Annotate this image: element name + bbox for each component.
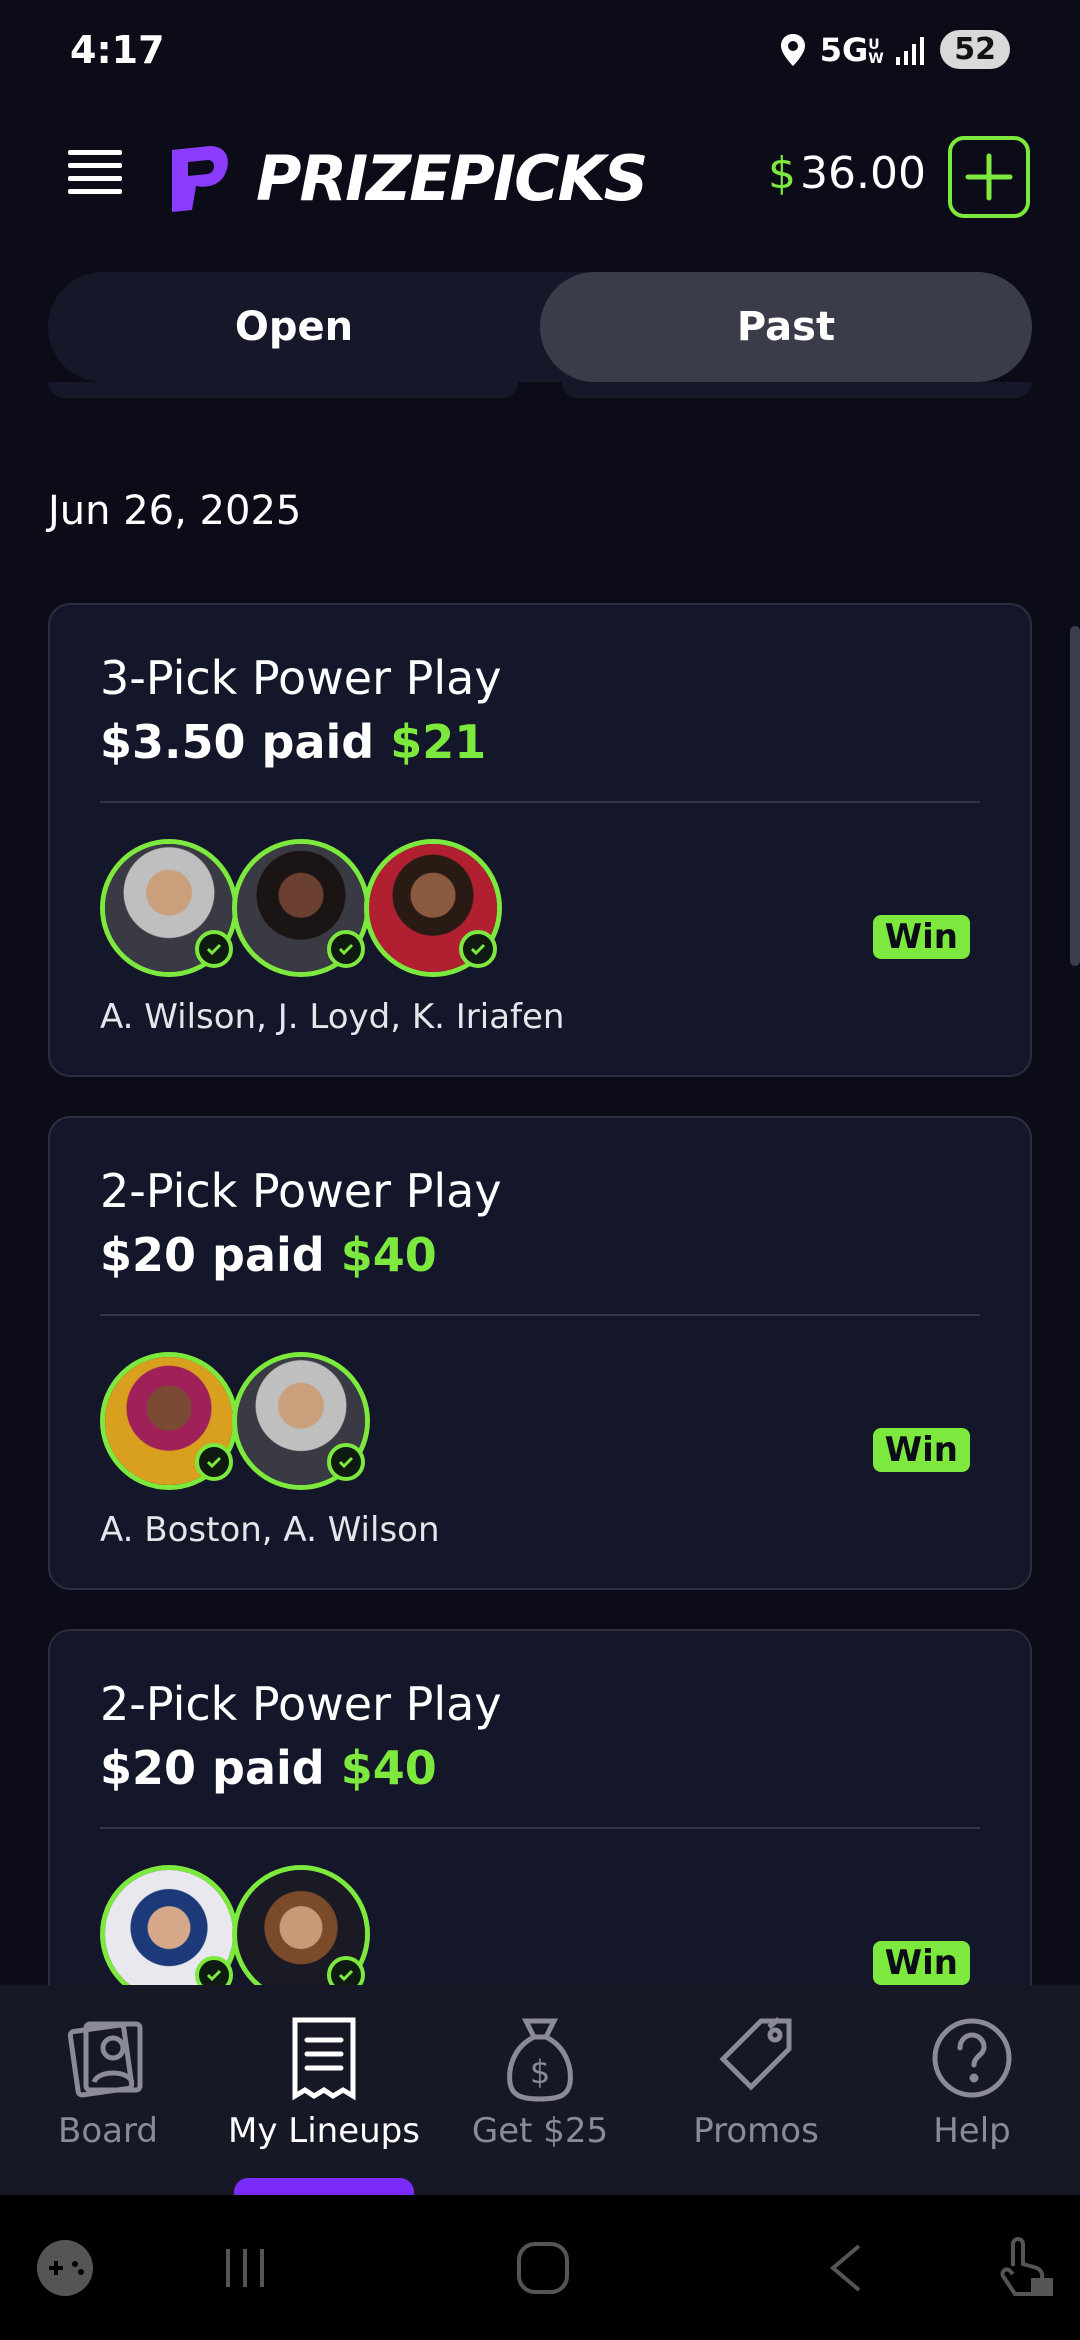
divider	[100, 1314, 980, 1316]
board-icon	[64, 2013, 152, 2103]
status-icons: 5GUW 52	[780, 30, 1010, 69]
lineup-payout: $20 paid $40	[100, 1228, 437, 1282]
scrollbar[interactable]	[1070, 626, 1080, 966]
bottom-nav: Board My Lineups $ Get $25 Promos Help	[0, 1985, 1080, 2195]
lineup-card[interactable]: 2-Pick Power Play $20 paid $40 A. Boston…	[48, 1116, 1032, 1590]
check-icon	[195, 930, 233, 968]
check-icon	[327, 1443, 365, 1481]
result-badge: Win	[872, 915, 970, 959]
battery-indicator: 52	[940, 30, 1010, 69]
payout-amount: $40	[340, 1741, 437, 1795]
divider	[562, 382, 1032, 398]
avatar	[232, 839, 370, 977]
lineup-title: 2-Pick Power Play	[100, 1164, 502, 1218]
divider	[100, 801, 980, 803]
player-names: A. Wilson, J. Loyd, K. Iriafen	[100, 997, 565, 1037]
paid-label: $3.50 paid	[100, 715, 375, 769]
avatar	[232, 1352, 370, 1490]
game-launcher-icon[interactable]	[30, 2195, 100, 2340]
balance-amount: 36.00	[800, 148, 926, 199]
system-nav-bar	[0, 2195, 1080, 2340]
prizepicks-logo: PRIZEPICKS	[158, 140, 648, 216]
payout-amount: $21	[390, 715, 487, 769]
avatar	[100, 1352, 238, 1490]
help-icon	[930, 2013, 1014, 2103]
paid-label: $20 paid	[100, 1228, 325, 1282]
check-icon	[195, 1443, 233, 1481]
status-time: 4:17	[70, 28, 165, 72]
check-icon	[327, 930, 365, 968]
back-icon[interactable]	[810, 2195, 880, 2340]
lineup-payout: $3.50 paid $21	[100, 715, 486, 769]
nav-promos[interactable]: Promos	[648, 1985, 864, 2195]
touch-lock-icon[interactable]	[990, 2195, 1060, 2340]
nav-get-25[interactable]: $ Get $25	[432, 1985, 648, 2195]
avatar	[100, 1865, 238, 2003]
nav-label: Get $25	[471, 2111, 609, 2151]
nav-my-lineups[interactable]: My Lineups	[216, 1985, 432, 2195]
logo-icon	[172, 146, 228, 212]
lineup-tabs: Open Past	[48, 272, 1032, 382]
player-names: A. Boston, A. Wilson	[100, 1510, 440, 1550]
balance-currency: $	[768, 148, 796, 199]
avatar	[100, 839, 238, 977]
lineup-title: 2-Pick Power Play	[100, 1677, 502, 1731]
result-badge: Win	[872, 1428, 970, 1472]
result-badge: Win	[872, 1941, 970, 1985]
tag-icon	[711, 2013, 801, 2103]
paid-label: $20 paid	[100, 1741, 325, 1795]
network-label: 5GUW	[819, 30, 884, 69]
lineup-title: 3-Pick Power Play	[100, 651, 502, 705]
check-icon	[459, 930, 497, 968]
nav-label: Promos	[693, 2111, 819, 2151]
nav-help[interactable]: Help	[864, 1985, 1080, 2195]
money-bag-icon: $	[502, 2013, 578, 2103]
divider	[100, 1827, 980, 1829]
home-icon[interactable]	[508, 2195, 578, 2340]
svg-text:$: $	[530, 2053, 550, 2091]
logo-text: PRIZEPICKS	[256, 141, 648, 215]
lineups-icon	[287, 2013, 361, 2103]
add-funds-button[interactable]	[948, 136, 1030, 218]
balance-display[interactable]: $ 36.00	[768, 148, 926, 199]
nav-board[interactable]: Board	[0, 1985, 216, 2195]
nav-label: Help	[933, 2111, 1011, 2151]
signal-icon	[896, 36, 925, 65]
lineup-card[interactable]: 3-Pick Power Play $3.50 paid $21 A. Wils…	[48, 603, 1032, 1077]
payout-amount: $40	[340, 1228, 437, 1282]
location-icon	[780, 33, 805, 66]
avatar	[232, 1865, 370, 2003]
plus-icon	[965, 153, 1013, 201]
avatar	[364, 839, 502, 977]
player-avatars	[100, 1865, 370, 2003]
recent-apps-icon[interactable]	[210, 2195, 280, 2340]
nav-label: Board	[58, 2111, 158, 2151]
lineup-payout: $20 paid $40	[100, 1741, 437, 1795]
divider	[48, 382, 518, 398]
tab-open[interactable]: Open	[48, 272, 540, 382]
date-header: Jun 26, 2025	[48, 488, 302, 534]
tab-past[interactable]: Past	[540, 272, 1032, 382]
nav-label: My Lineups	[228, 2111, 420, 2151]
menu-button[interactable]	[68, 150, 122, 194]
player-avatars	[100, 839, 502, 977]
player-avatars	[100, 1352, 370, 1490]
